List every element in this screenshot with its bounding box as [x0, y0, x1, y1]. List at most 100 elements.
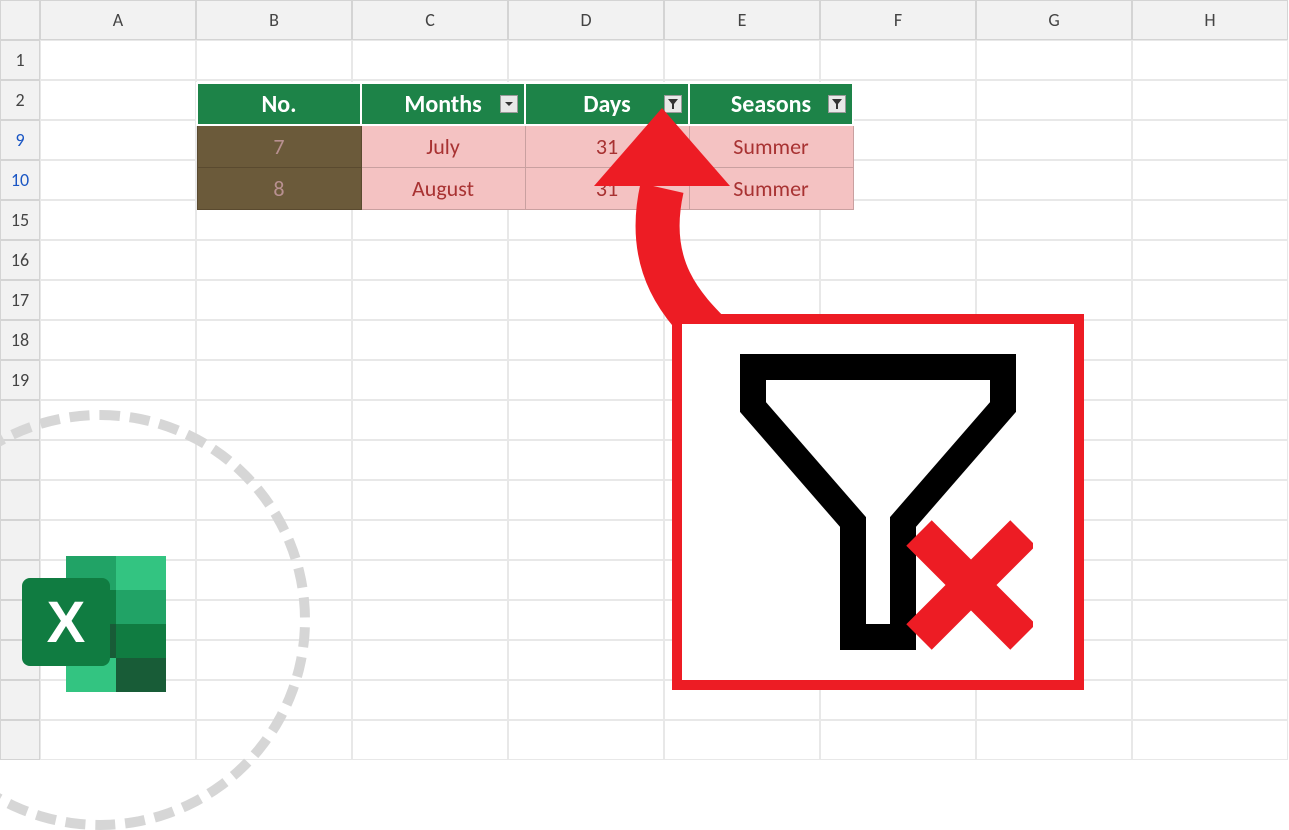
- cell[interactable]: [976, 200, 1132, 240]
- cell[interactable]: [664, 40, 820, 80]
- cell[interactable]: [196, 560, 352, 600]
- table-cell-month[interactable]: August: [361, 167, 525, 209]
- filter-active-icon[interactable]: [828, 95, 846, 113]
- cell[interactable]: [1132, 400, 1288, 440]
- cell[interactable]: [352, 560, 508, 600]
- cell[interactable]: [352, 440, 508, 480]
- row-header[interactable]: [0, 720, 40, 760]
- table-cell-no[interactable]: 7: [197, 125, 361, 167]
- cell[interactable]: [196, 360, 352, 400]
- cell[interactable]: [976, 120, 1132, 160]
- table-header-days[interactable]: Days: [525, 83, 689, 125]
- cell[interactable]: [664, 240, 820, 280]
- cell[interactable]: [976, 160, 1132, 200]
- cell[interactable]: [508, 560, 664, 600]
- cell[interactable]: [1132, 600, 1288, 640]
- cell[interactable]: [664, 720, 820, 760]
- cell[interactable]: [820, 240, 976, 280]
- cell[interactable]: [1132, 200, 1288, 240]
- cell[interactable]: [976, 240, 1132, 280]
- cell[interactable]: [1132, 680, 1288, 720]
- cell[interactable]: [1132, 360, 1288, 400]
- cell[interactable]: [352, 400, 508, 440]
- column-header-a[interactable]: A: [40, 0, 196, 40]
- cell[interactable]: [976, 80, 1132, 120]
- filter-active-icon[interactable]: [664, 95, 682, 113]
- table-cell-season[interactable]: Summer: [689, 167, 853, 209]
- cell[interactable]: [196, 680, 352, 720]
- cell[interactable]: [196, 40, 352, 80]
- cell[interactable]: [40, 240, 196, 280]
- cell[interactable]: [40, 320, 196, 360]
- cell[interactable]: [352, 280, 508, 320]
- cell[interactable]: [976, 40, 1132, 80]
- cell[interactable]: [196, 480, 352, 520]
- cell[interactable]: [1132, 520, 1288, 560]
- table-header-months[interactable]: Months: [361, 83, 525, 125]
- cell[interactable]: [1132, 720, 1288, 760]
- table-cell-month[interactable]: July: [361, 125, 525, 167]
- cell[interactable]: [352, 40, 508, 80]
- column-header-d[interactable]: D: [508, 0, 664, 40]
- cell[interactable]: [352, 320, 508, 360]
- row-header-17[interactable]: 17: [0, 280, 40, 320]
- row-header-15[interactable]: 15: [0, 200, 40, 240]
- cell[interactable]: [196, 320, 352, 360]
- cell[interactable]: [1132, 160, 1288, 200]
- cell[interactable]: [40, 280, 196, 320]
- cell[interactable]: [40, 200, 196, 240]
- row-header-1[interactable]: 1: [0, 40, 40, 80]
- column-header-c[interactable]: C: [352, 0, 508, 40]
- column-header-e[interactable]: E: [664, 0, 820, 40]
- table-cell-season[interactable]: Summer: [689, 125, 853, 167]
- table-cell-days[interactable]: 31: [525, 167, 689, 209]
- row-header-10[interactable]: 10: [0, 160, 40, 200]
- cell[interactable]: [196, 520, 352, 560]
- cell[interactable]: [40, 160, 196, 200]
- cell[interactable]: [40, 440, 196, 480]
- cell[interactable]: [508, 640, 664, 680]
- cell[interactable]: [1132, 80, 1288, 120]
- cell[interactable]: [352, 520, 508, 560]
- cell[interactable]: [352, 360, 508, 400]
- cell[interactable]: [352, 640, 508, 680]
- column-header-h[interactable]: H: [1132, 0, 1288, 40]
- cell[interactable]: [196, 640, 352, 680]
- cell[interactable]: [40, 40, 196, 80]
- cell[interactable]: [508, 600, 664, 640]
- cell[interactable]: [1132, 640, 1288, 680]
- table-cell-no[interactable]: 8: [197, 167, 361, 209]
- cell[interactable]: [1132, 440, 1288, 480]
- cell[interactable]: [508, 400, 664, 440]
- cell[interactable]: [508, 240, 664, 280]
- cell[interactable]: [196, 720, 352, 760]
- cell[interactable]: [508, 520, 664, 560]
- cell[interactable]: [508, 480, 664, 520]
- cell[interactable]: [40, 400, 196, 440]
- cell[interactable]: [508, 440, 664, 480]
- cell[interactable]: [820, 40, 976, 80]
- row-header-2[interactable]: 2: [0, 80, 40, 120]
- row-header[interactable]: [0, 480, 40, 520]
- table-header-no[interactable]: No.: [197, 83, 361, 125]
- cell[interactable]: [352, 680, 508, 720]
- cell[interactable]: [40, 480, 196, 520]
- table-header-seasons[interactable]: Seasons: [689, 83, 853, 125]
- cell[interactable]: [1132, 240, 1288, 280]
- cell[interactable]: [1132, 320, 1288, 360]
- cell[interactable]: [1132, 560, 1288, 600]
- select-all-corner[interactable]: [0, 0, 40, 40]
- cell[interactable]: [508, 40, 664, 80]
- row-header[interactable]: [0, 400, 40, 440]
- cell[interactable]: [508, 720, 664, 760]
- cell[interactable]: [352, 600, 508, 640]
- cell[interactable]: [976, 720, 1132, 760]
- cell[interactable]: [40, 720, 196, 760]
- cell[interactable]: [196, 400, 352, 440]
- cell[interactable]: [352, 480, 508, 520]
- cell[interactable]: [196, 280, 352, 320]
- cell[interactable]: [196, 600, 352, 640]
- row-header-18[interactable]: 18: [0, 320, 40, 360]
- cell[interactable]: [352, 720, 508, 760]
- cell[interactable]: [820, 720, 976, 760]
